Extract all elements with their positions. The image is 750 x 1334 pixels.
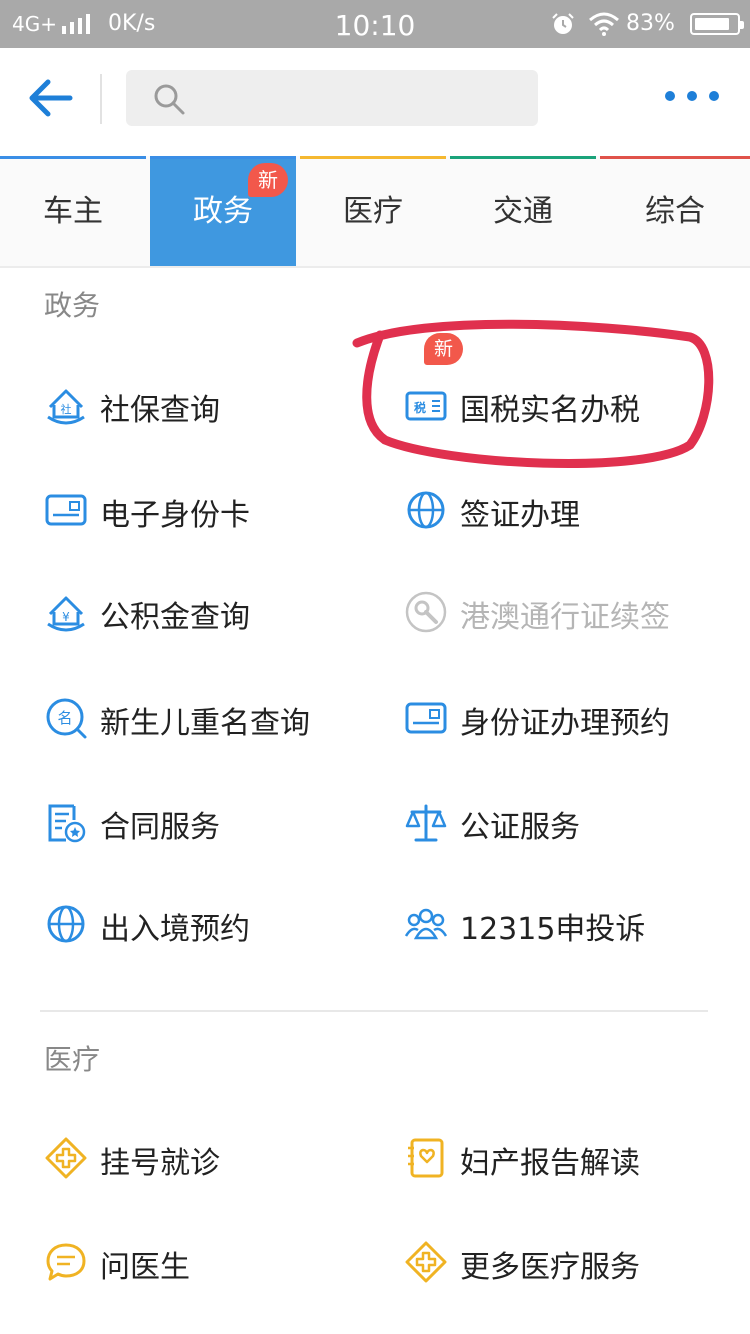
service-maternity-report[interactable]: 妇产报告解读: [404, 1128, 734, 1188]
service-visa[interactable]: 签证办理: [404, 480, 734, 540]
service-more-medical[interactable]: 更多医疗服务: [404, 1232, 734, 1292]
tab-label: 综合: [645, 194, 705, 229]
service-hk-macau-permit[interactable]: 港澳通行证续签: [404, 582, 734, 642]
service-label: 国税实名办税: [460, 393, 640, 428]
service-label: 港澳通行证续签: [460, 600, 670, 635]
service-label: 出入境预约: [100, 912, 250, 947]
new-badge: 新: [248, 163, 288, 197]
service-social-security[interactable]: 社 社保查询: [44, 375, 374, 435]
service-label: 妇产报告解读: [460, 1146, 640, 1181]
search-input[interactable]: [198, 70, 528, 126]
report-heart-icon: [408, 1138, 444, 1178]
service-housing-fund[interactable]: ¥ 公积金查询: [44, 582, 374, 642]
service-id-appointment[interactable]: 身份证办理预约: [404, 688, 734, 748]
tab-general[interactable]: 综合: [600, 156, 750, 266]
category-tabs: 车主 政务 新 医疗 交通 综合: [0, 156, 750, 268]
service-label: 签证办理: [460, 498, 580, 533]
search-box[interactable]: [126, 70, 538, 126]
tab-transport[interactable]: 交通: [450, 156, 596, 266]
tab-label: 政务: [193, 194, 253, 229]
medical-cross-icon: [45, 1137, 87, 1179]
svg-text:社: 社: [61, 402, 72, 416]
section-title-medical: 医疗: [44, 1043, 101, 1076]
tax-icon: 税: [405, 391, 447, 421]
service-12315-complaint[interactable]: 12315申投诉: [404, 894, 734, 954]
id-card-icon: [45, 494, 87, 526]
service-label: 新生儿重名查询: [100, 706, 310, 741]
service-tax-realname[interactable]: 税 新 国税实名办税: [404, 333, 734, 435]
svg-text:¥: ¥: [62, 610, 70, 624]
svg-text:名: 名: [57, 709, 72, 727]
back-arrow-icon[interactable]: [26, 76, 74, 120]
globe-icon: [47, 905, 85, 943]
tab-label: 医疗: [343, 194, 403, 229]
housing-fund-icon: ¥: [47, 596, 85, 632]
service-label: 身份证办理预约: [460, 706, 670, 741]
service-label: 公积金查询: [100, 600, 250, 635]
service-newborn-name[interactable]: 名 新生儿重名查询: [44, 688, 374, 748]
service-registration[interactable]: 挂号就诊: [44, 1128, 374, 1188]
battery-icon: [690, 13, 744, 35]
service-ask-doctor[interactable]: 问医生: [44, 1232, 374, 1292]
service-label: 12315申投诉: [460, 912, 646, 947]
social-security-icon: 社: [47, 389, 85, 425]
new-badge: 新: [424, 333, 464, 365]
chat-bubble-icon: [46, 1243, 86, 1281]
globe-icon: [407, 491, 445, 529]
contract-icon: [48, 804, 86, 843]
service-label: 更多医疗服务: [460, 1250, 640, 1285]
wifi-icon: [589, 12, 619, 36]
service-label: 问医生: [100, 1250, 190, 1285]
service-label: 合同服务: [100, 810, 220, 845]
status-bar: 4G+ 0K/s 10:10 83%: [0, 0, 750, 48]
service-label: 电子身份卡: [100, 498, 250, 533]
more-icon[interactable]: [662, 84, 722, 108]
battery-percent: 83%: [626, 11, 675, 36]
section-title-government: 政务: [44, 289, 101, 322]
id-card-icon: [405, 702, 447, 734]
wrench-icon: [405, 591, 447, 633]
svg-text:税: 税: [414, 400, 426, 415]
tab-government[interactable]: 政务 新: [150, 156, 296, 266]
service-electronic-id[interactable]: 电子身份卡: [44, 480, 374, 540]
scales-icon: [405, 804, 447, 842]
medical-cross-icon: [405, 1241, 447, 1283]
service-label: 社保查询: [100, 393, 220, 428]
header-divider: [100, 74, 102, 124]
tab-label: 交通: [493, 194, 553, 229]
service-notary[interactable]: 公证服务: [404, 792, 734, 852]
search-icon: [154, 84, 185, 115]
section-divider: [40, 1010, 708, 1012]
service-label: 公证服务: [460, 810, 580, 845]
tab-medical[interactable]: 医疗: [300, 156, 446, 266]
alarm-icon: [552, 13, 574, 34]
service-contract[interactable]: 合同服务: [44, 792, 374, 852]
service-label: 挂号就诊: [100, 1146, 220, 1181]
tab-label: 车主: [43, 194, 103, 229]
name-search-icon: 名: [46, 698, 87, 739]
header: [0, 48, 750, 156]
service-exit-entry[interactable]: 出入境预约: [44, 894, 374, 954]
tab-car-owner[interactable]: 车主: [0, 156, 146, 266]
people-icon: [404, 908, 448, 940]
